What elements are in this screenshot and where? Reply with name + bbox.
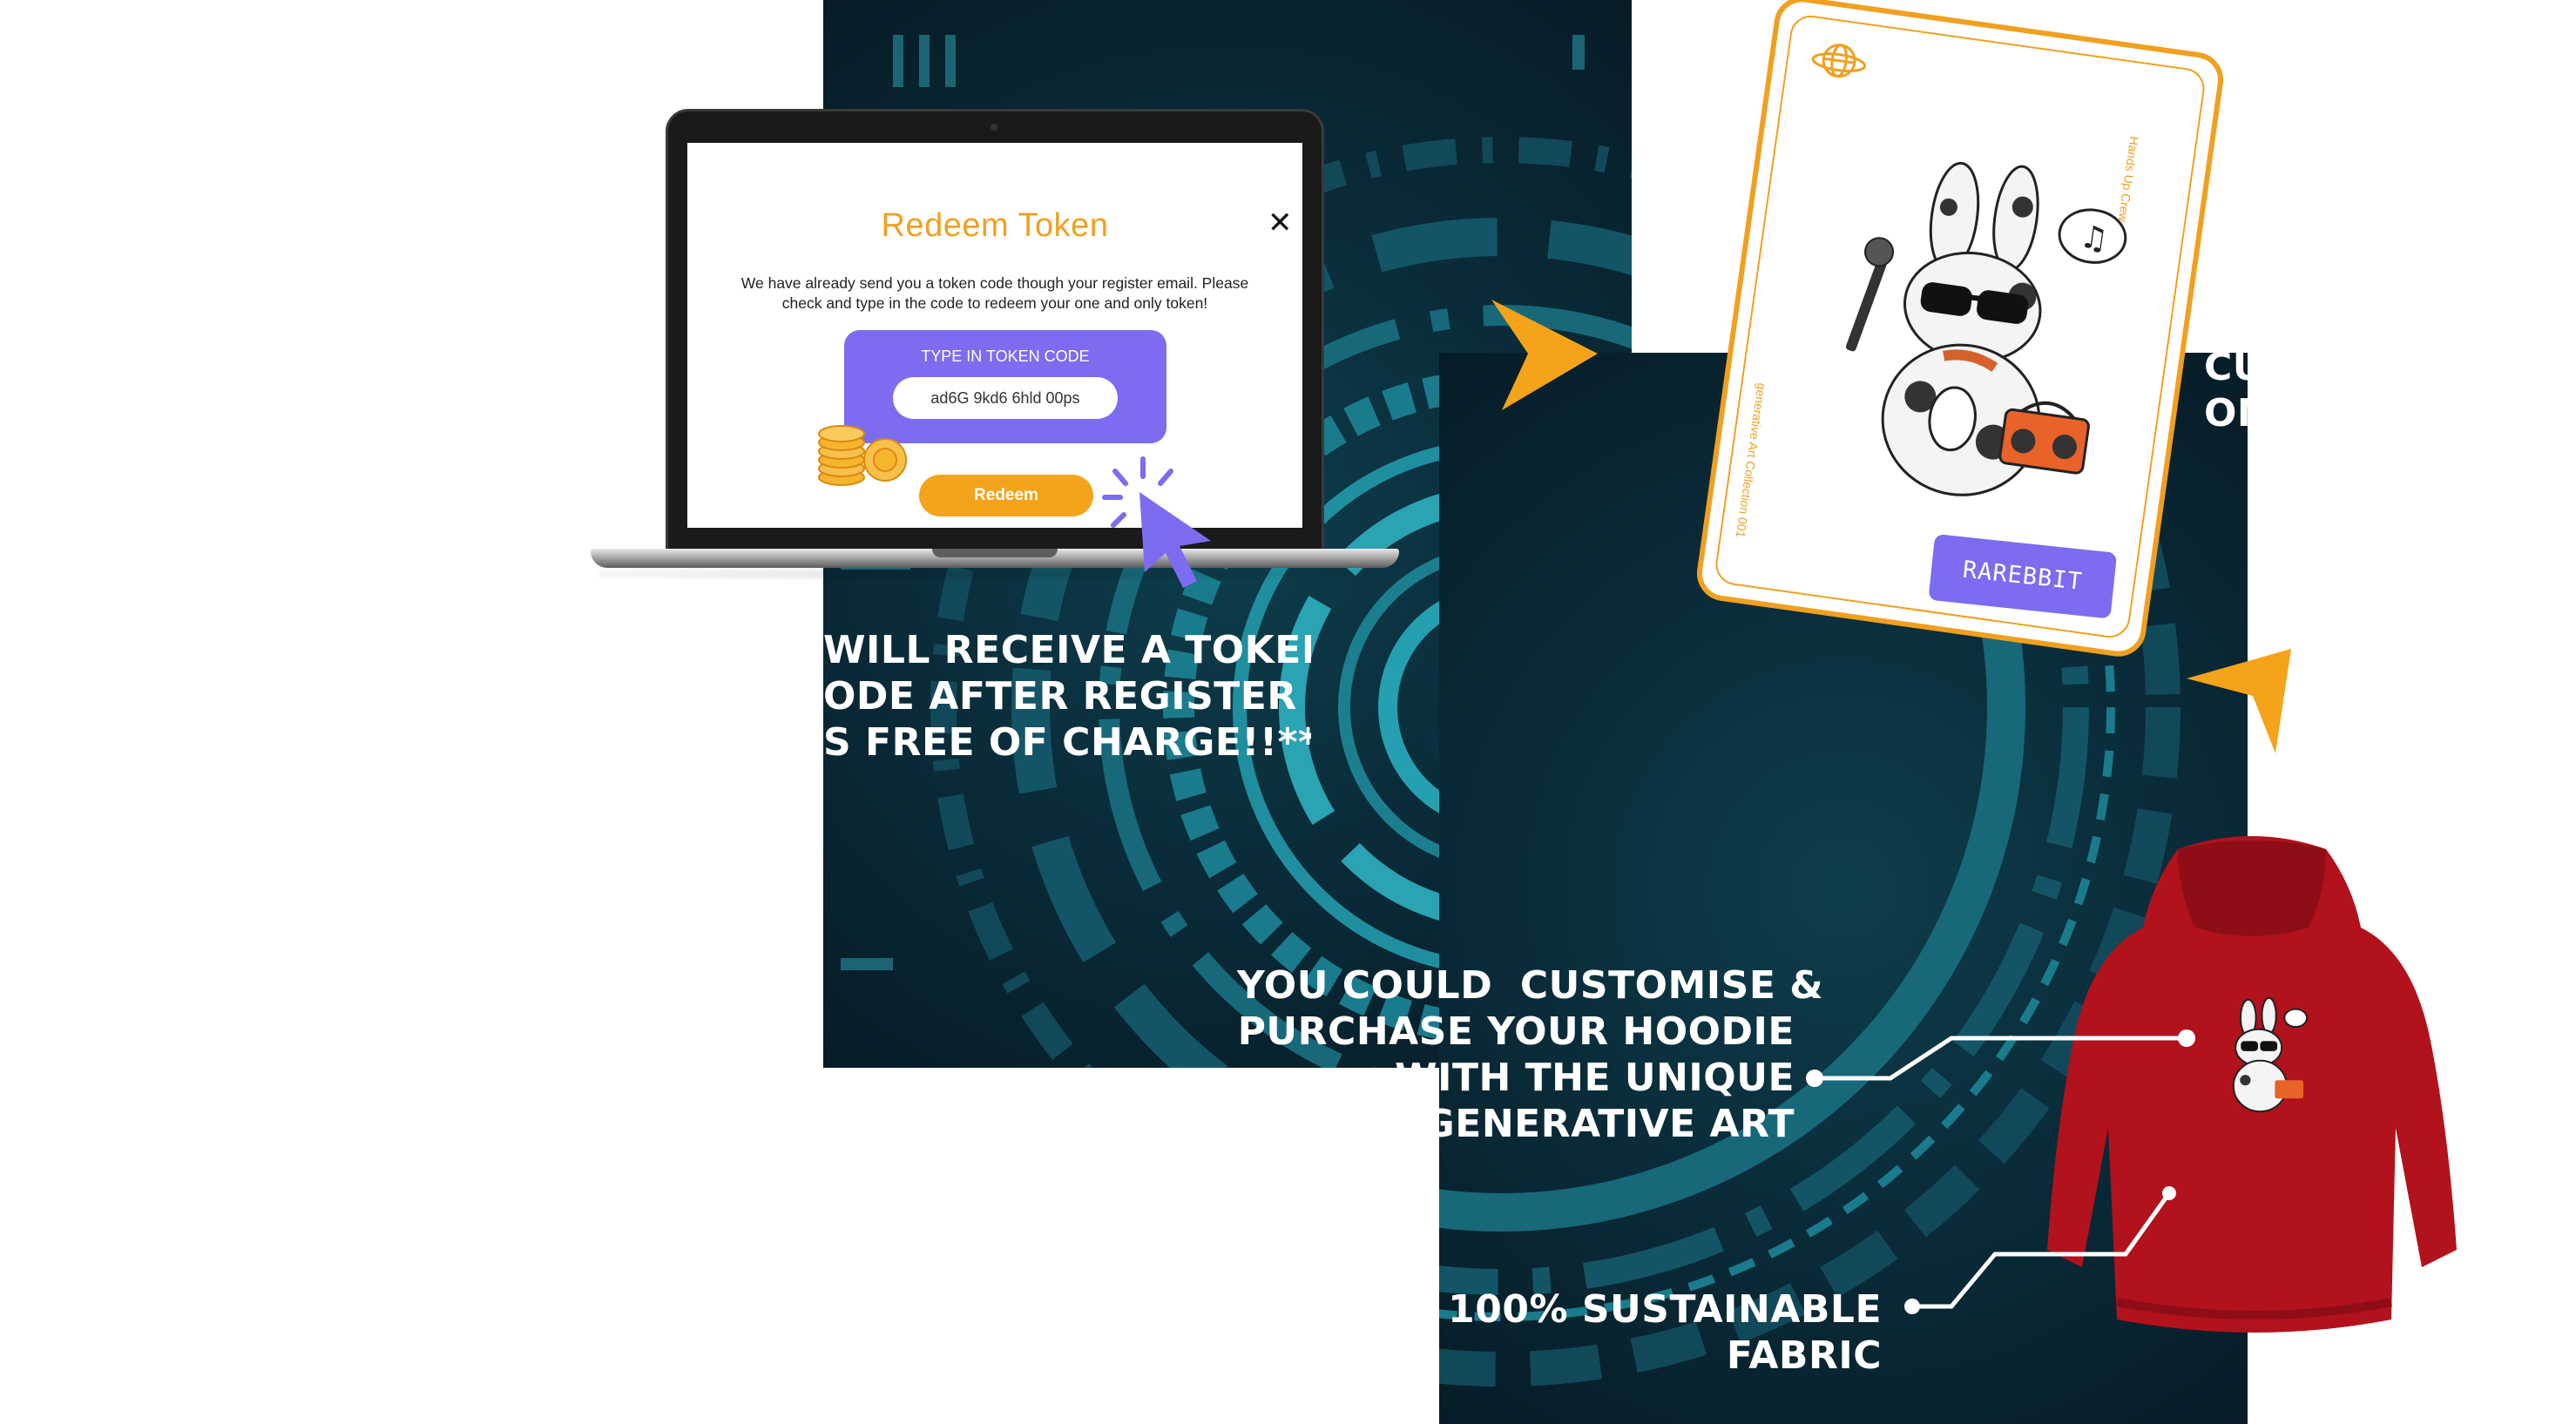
microphone-icon: [1846, 237, 1895, 352]
nft-card: Hands Up Crew generative Art Collection …: [1693, 0, 2228, 660]
arrow-down-icon: [2187, 649, 2291, 753]
card-frame: Hands Up Crew generative Art Collection …: [1693, 0, 2228, 660]
camera-dot: [991, 124, 997, 131]
close-icon[interactable]: ✕: [1268, 208, 1293, 238]
coins-icon: [818, 425, 907, 486]
edge-line-1: CU: [2204, 345, 2256, 389]
token-line-3: S FREE OF CHARGE!!**: [823, 720, 1311, 765]
edge-cropped-text: CU ON: [2204, 344, 2256, 436]
laptop-mockup: Redeem Token ✕ We have already send you …: [591, 109, 1399, 588]
globe-icon: [1811, 44, 1867, 78]
token-headline: WILL RECEIVE A TOKEN ODE AFTER REGISTER S …: [823, 627, 1311, 766]
token-code-input[interactable]: ad6G 9kd6 6hld 00ps: [893, 377, 1118, 419]
hoodie-headline: YOU COULD CUSTOMISE & PURCHASE YOUR HOODI…: [1237, 962, 1824, 1147]
boombox-icon: [1998, 401, 2090, 475]
laptop-notch: [932, 549, 1058, 557]
fabric-line-2: FABRIC: [1726, 1333, 1882, 1378]
edge-line-2: ON: [2204, 391, 2256, 435]
modal-title: Redeem Token: [881, 207, 1109, 244]
token-code-label: TYPE IN TOKEN CODE: [921, 348, 1090, 365]
hoodie-line-4: GENERATIVE ART: [1423, 1102, 1795, 1146]
modal-description: We have already send you a token code th…: [740, 274, 1249, 312]
rabbit-character-art: ♫: [1846, 161, 2127, 496]
arrow-right-icon: [1491, 300, 1598, 410]
music-note-text: ♫: [2078, 219, 2111, 258]
token-line-1: WILL RECEIVE A TOKEN: [823, 628, 1311, 672]
token-line-2: ODE AFTER REGISTER: [823, 674, 1297, 719]
laptop-shadow: [599, 568, 1390, 580]
hoodie-image: [2047, 836, 2457, 1333]
redeem-button[interactable]: Redeem: [919, 475, 1093, 516]
fabric-headline: 100% SUSTAINABLE FABRIC: [1429, 1286, 1882, 1379]
hoodie-line-1: YOU COULD CUSTOMISE &: [1237, 963, 1824, 1008]
music-note-icon: ♫: [2058, 208, 2127, 264]
hoodie-line-3: WITH THE UNIQUE: [1395, 1056, 1795, 1100]
cursor-click-icon: [1102, 456, 1211, 588]
fabric-line-1: 100% SUSTAINABLE: [1448, 1287, 1882, 1332]
hoodie-line-2: PURCHASE YOUR HOODIE: [1237, 1009, 1795, 1054]
